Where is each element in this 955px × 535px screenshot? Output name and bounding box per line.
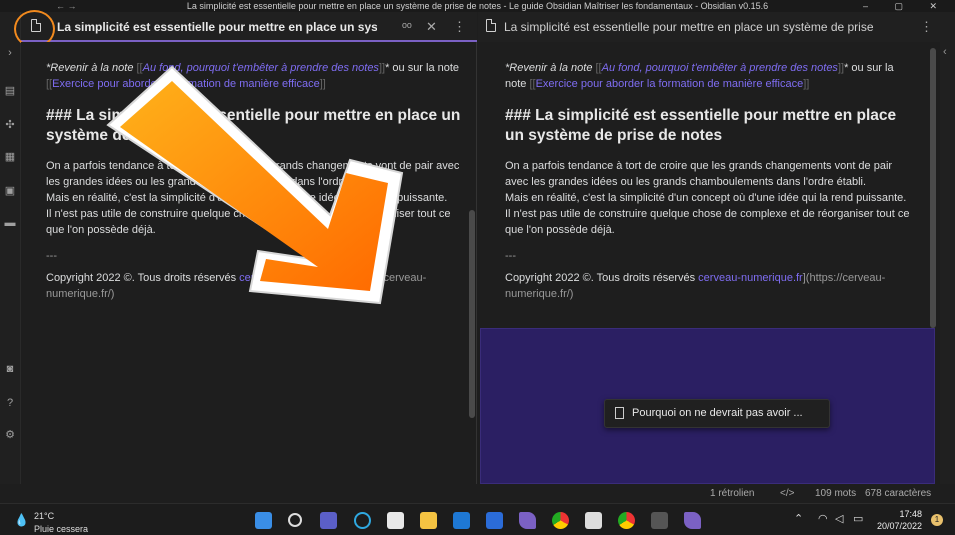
speaker-icon[interactable]: ◁	[835, 512, 843, 525]
help-icon[interactable]: ?	[3, 396, 17, 410]
weather-text: Pluie cessera	[34, 524, 89, 534]
internal-link[interactable]: Exercice pour aborder la formation de ma…	[536, 78, 804, 90]
rain-icon: 💧	[14, 513, 29, 527]
copyright-text: Copyright 2022 ©. Tous droits réservés	[505, 272, 699, 284]
copyright-text: Copyright 2022 ©. Tous droits réservés	[46, 272, 240, 284]
expand-sidebar-icon[interactable]: ›	[3, 46, 17, 60]
start-icon[interactable]	[255, 512, 272, 529]
note-content[interactable]: *Revenir à la note [[Au fond, pourquoi t…	[505, 60, 915, 302]
paragraph: Mais en réalité, c'est la simplicité d'u…	[46, 192, 448, 204]
close-tab-icon[interactable]: ✕	[426, 19, 437, 35]
char-count: 678 caractères	[865, 488, 932, 499]
wifi-icon[interactable]: ◠	[818, 512, 828, 525]
nav-arrows[interactable]: ← →	[56, 0, 77, 12]
window-title: La simplicité est essentielle pour mettr…	[186, 1, 769, 11]
chevron-up-icon[interactable]: ⌃	[794, 512, 803, 525]
search-icon[interactable]	[288, 513, 302, 527]
tab-right[interactable]: La simplicité est essentielle pour mettr…	[478, 12, 940, 42]
open-quick-switcher-icon[interactable]: ▤	[3, 84, 17, 98]
templates-icon[interactable]: ▣	[3, 184, 17, 198]
app-icon[interactable]	[585, 512, 602, 529]
app-icon[interactable]	[486, 512, 503, 529]
daily-note-icon[interactable]: ▦	[3, 150, 17, 164]
obsidian-icon[interactable]	[684, 512, 701, 529]
scrollbar[interactable]	[930, 48, 936, 328]
reading-view-icon[interactable]: ᵒᵒ	[402, 19, 412, 34]
bracket: ]]	[319, 78, 326, 90]
left-ribbon: › ▤ ✣ ▦ ▣ ▬ ◙ ? ⚙	[0, 12, 21, 484]
temperature: 21°C	[34, 511, 55, 521]
paragraph: On a parfois tendance à tort de croire q…	[46, 160, 460, 188]
graph-view-icon[interactable]: ✣	[3, 118, 17, 132]
hover-card-label: Pourquoi on ne devrait pas avoir ...	[632, 407, 803, 419]
tab-right-title: La simplicité est essentielle pour mettr…	[504, 20, 874, 34]
clock[interactable]: 17:48 20/07/2022	[870, 508, 922, 532]
file-explorer-icon[interactable]	[420, 512, 437, 529]
paragraph: Mais en réalité, c'est la simplicité d'u…	[505, 192, 907, 204]
vault-switcher-icon[interactable]: ◙	[3, 362, 17, 376]
file-icon	[615, 407, 624, 419]
time: 17:48	[899, 509, 922, 519]
more-options-icon[interactable]: ⋮	[920, 19, 933, 35]
code-icon[interactable]: </>	[780, 488, 794, 499]
internal-link[interactable]: Au fond, pourquoi t'embêter à prendre de…	[143, 62, 379, 74]
word-count: 109 mots	[815, 488, 857, 499]
notification-badge[interactable]: 1	[931, 514, 943, 526]
copyright-link[interactable]: cerveau-numerique.fr	[698, 272, 803, 284]
editor-pane-left[interactable]: *Revenir à la note [[Au fond, pourquoi t…	[21, 42, 477, 484]
window-controls[interactable]: – ▢ ✕	[863, 0, 949, 12]
note-content[interactable]: *Revenir à la note [[Au fond, pourquoi t…	[46, 60, 461, 302]
app-icon[interactable]	[651, 512, 668, 529]
note-heading: ### La simplicité est essentielle pour m…	[46, 107, 461, 144]
teams-icon[interactable]	[320, 512, 337, 529]
date: 20/07/2022	[876, 521, 922, 531]
obsidian-icon[interactable]	[519, 512, 536, 529]
status-bar: 1 rétrolien </> 109 mots 678 caractères	[0, 484, 955, 503]
command-palette-icon[interactable]: ▬	[3, 216, 17, 230]
right-sidebar-toggle[interactable]: ‹	[940, 12, 955, 484]
store-icon[interactable]	[387, 512, 404, 529]
paragraph: Il n'est pas utile de construire quelque…	[505, 208, 910, 236]
scrollbar[interactable]	[469, 210, 475, 418]
chevron-left-icon[interactable]: ‹	[943, 46, 947, 58]
tab-left[interactable]: La simplicité est essentielle pour mettr…	[21, 12, 477, 42]
chrome-icon[interactable]	[552, 512, 569, 529]
file-icon	[486, 19, 496, 32]
paragraph: On a parfois tendance à tort de croire q…	[505, 160, 893, 188]
windows-taskbar: 💧 21°C Pluie cessera ⌃ ◠ ◁ ▭ 17:48 20/07…	[0, 503, 955, 535]
internal-link[interactable]: Au fond, pourquoi t'embêter à prendre de…	[602, 62, 838, 74]
chrome-icon[interactable]	[618, 512, 635, 529]
back-prefix: *Revenir à la note	[46, 62, 137, 74]
more-options-icon[interactable]: ⋮	[453, 19, 466, 35]
backlinks-count[interactable]: 1 rétrolien	[710, 488, 754, 499]
mid-text: * ou sur la note	[385, 62, 460, 74]
battery-icon[interactable]: ▭	[853, 512, 863, 525]
internal-link[interactable]: Exercice pour aborder la formation de ma…	[52, 78, 320, 90]
horizontal-rule: ---	[46, 250, 57, 262]
note-heading: ### La simplicité est essentielle pour m…	[505, 107, 897, 144]
paragraph: Il n'est pas utile de construire quelque…	[46, 208, 451, 236]
tab-left-title: La simplicité est essentielle pour mettr…	[57, 20, 377, 34]
copyright-link[interactable]: cerveau-numerique.fr	[239, 272, 344, 284]
cortana-icon[interactable]	[354, 512, 371, 529]
mail-icon[interactable]	[453, 512, 470, 529]
back-prefix: *Revenir à la note	[505, 62, 596, 74]
horizontal-rule: ---	[505, 250, 516, 262]
bracket: ]]	[803, 78, 810, 90]
window-titlebar: ← → La simplicité est essentielle pour m…	[0, 0, 955, 12]
link-hover-card[interactable]: Pourquoi on ne devrait pas avoir ...	[604, 399, 830, 428]
settings-gear-icon[interactable]: ⚙	[3, 428, 17, 442]
